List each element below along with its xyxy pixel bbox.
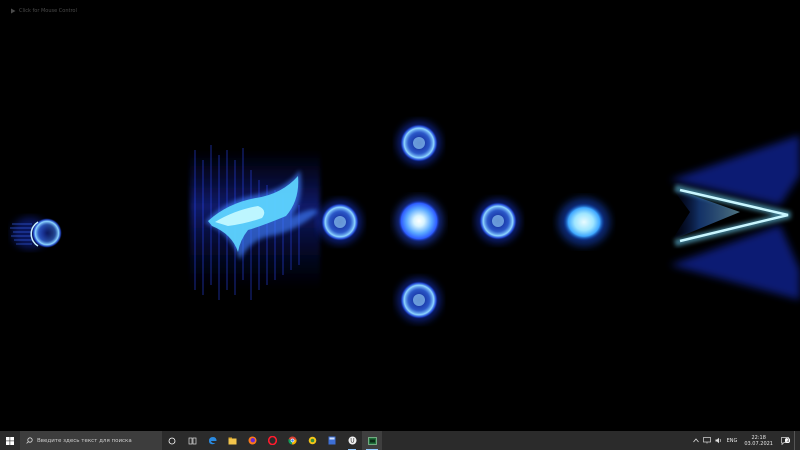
taskbar-clock[interactable]: 22:18 03.07.2021 [744, 435, 773, 447]
play-icon [11, 8, 16, 14]
search-placeholder: Введите здесь текст для поиска [37, 437, 132, 444]
winged-creature-effect [190, 145, 320, 300]
firefox-button[interactable] [242, 431, 262, 450]
calculator-button[interactable] [322, 431, 342, 450]
notification-count-badge: 3 [785, 437, 790, 443]
unreal-engine-icon: U [348, 436, 356, 445]
search-icon [26, 437, 33, 444]
plasma-orb-top [397, 121, 441, 165]
file-explorer-button[interactable] [222, 431, 242, 450]
input-language-indicator[interactable]: ENG [727, 438, 738, 444]
mouse-control-hint[interactable]: Click for Mouse Control [10, 7, 77, 15]
opera-icon [267, 436, 277, 445]
people-icon [188, 437, 196, 444]
plasma-orb-right [476, 199, 520, 243]
windows-logo-icon [6, 436, 14, 445]
plasma-orb-left [318, 200, 362, 244]
system-tray: ENG 22:18 03.07.2021 3 [692, 431, 800, 450]
action-center-button[interactable]: 3 [780, 436, 790, 445]
start-button[interactable] [0, 431, 20, 450]
file-explorer-icon [228, 437, 236, 444]
taskbar-search-box[interactable]: Введите здесь текст для поиска [20, 431, 162, 450]
task-view-button[interactable] [162, 431, 182, 450]
windows-taskbar: Введите здесь текст для поиска U ENG 22:… [0, 431, 800, 450]
pinned-app-button[interactable] [302, 431, 322, 450]
chrome-button[interactable] [282, 431, 302, 450]
svg-text:U: U [350, 438, 354, 445]
network-icon[interactable] [702, 437, 711, 444]
chrome-icon [287, 436, 297, 445]
beam-chevron-effect [670, 135, 800, 300]
app-icon [308, 436, 316, 445]
people-button[interactable] [182, 431, 202, 450]
chevron-up-icon[interactable] [692, 438, 699, 443]
task-view-icon [168, 437, 176, 444]
plasma-orb-center [395, 197, 443, 245]
edge-button[interactable] [202, 431, 222, 450]
show-desktop-button[interactable] [794, 431, 798, 450]
edge-icon [208, 437, 216, 445]
calculator-icon [328, 436, 336, 445]
comet-effect [10, 217, 62, 249]
firefox-icon [248, 436, 256, 445]
unreal-engine-button[interactable]: U [342, 431, 362, 450]
mouse-control-hint-label: Click for Mouse Control [19, 8, 77, 14]
opera-button[interactable] [262, 431, 282, 450]
game-window-button[interactable] [362, 431, 382, 450]
plasma-orb-bottom [397, 278, 441, 322]
clock-date: 03.07.2021 [744, 440, 773, 447]
game-viewport[interactable]: Click for Mouse Control [0, 0, 800, 431]
energy-orb-cyan [558, 198, 610, 246]
volume-icon[interactable] [715, 437, 723, 444]
particle-effects-scene [10, 121, 800, 322]
game-window-icon [367, 436, 377, 445]
